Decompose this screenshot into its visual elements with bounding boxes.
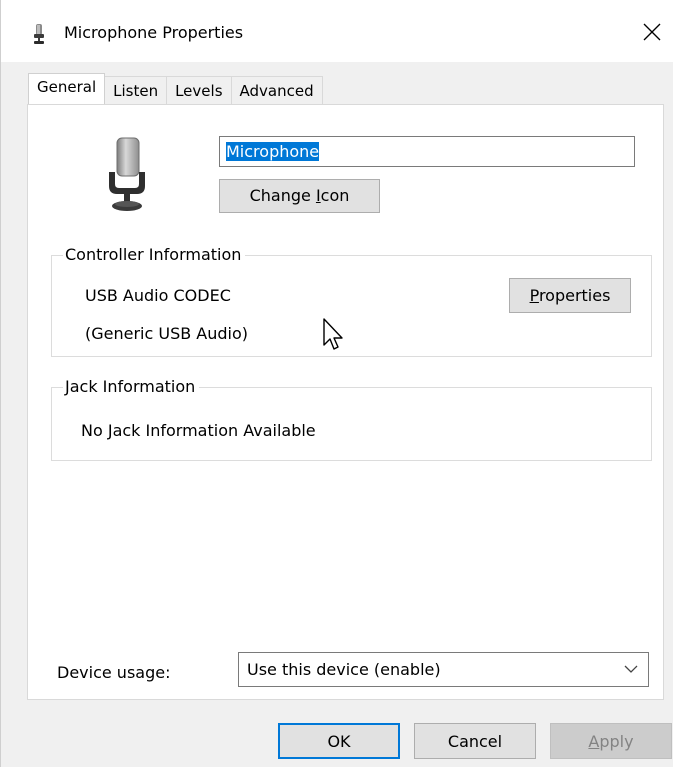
close-button[interactable] xyxy=(629,12,673,52)
device-name-input[interactable]: Microphone xyxy=(219,136,635,167)
properties-window: Microphone Properties General Listen Lev… xyxy=(0,0,673,767)
microphone-icon xyxy=(34,24,44,44)
microphone-icon xyxy=(109,137,145,211)
device-usage-select[interactable]: Use this device (enable) xyxy=(238,652,649,687)
change-icon-label-pre: Change xyxy=(249,186,316,205)
jack-info-legend: Jack Information xyxy=(63,377,200,397)
device-name-text: Microphone xyxy=(226,142,320,161)
window-title: Microphone Properties xyxy=(64,23,244,42)
jack-info-text: No Jack Information Available xyxy=(81,421,316,440)
tab-advanced[interactable]: Advanced xyxy=(230,76,323,104)
chevron-down-icon xyxy=(624,665,638,673)
cancel-button[interactable]: Cancel xyxy=(414,723,536,759)
mouse-pointer-icon xyxy=(323,318,343,350)
change-icon-label-post: con xyxy=(320,186,350,205)
apply-accelerator: A xyxy=(588,732,600,751)
properties-label-post: roperties xyxy=(538,286,611,305)
controller-info-legend: Controller Information xyxy=(63,245,246,265)
title-bar: Microphone Properties xyxy=(1,0,673,62)
device-usage-value: Use this device (enable) xyxy=(247,660,441,679)
tab-strip: General Listen Levels Advanced xyxy=(28,73,323,104)
properties-button[interactable]: Properties xyxy=(509,278,631,313)
device-usage-label: Device usage: xyxy=(57,663,171,682)
tab-levels[interactable]: Levels xyxy=(166,76,232,104)
controller-name: USB Audio CODEC xyxy=(85,286,231,305)
ok-button[interactable]: OK xyxy=(278,723,400,759)
apply-button[interactable]: Apply xyxy=(550,723,672,759)
tab-listen[interactable]: Listen xyxy=(104,76,168,104)
tab-general[interactable]: General xyxy=(28,73,106,104)
properties-accelerator: P xyxy=(529,286,539,305)
change-icon-button[interactable]: Change Icon xyxy=(219,179,380,213)
controller-driver: (Generic USB Audio) xyxy=(85,324,249,343)
close-icon xyxy=(643,23,660,41)
apply-label-post: pply xyxy=(599,732,634,751)
